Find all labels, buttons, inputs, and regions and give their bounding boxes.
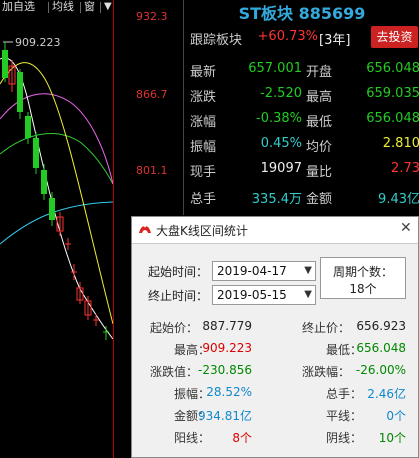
toolbar-divider (48, 2, 49, 13)
stat-value: 656.923 (356, 319, 406, 333)
start-time-label: 起始时间： (148, 265, 209, 279)
quote-panel: ST板块 885699 跟踪板块 +60.73% [3年] 去投资 最新 657… (183, 0, 419, 215)
quote-label: 涨幅 (190, 115, 217, 130)
window-button[interactable]: 窗 (84, 0, 95, 14)
candle (33, 138, 39, 168)
end-time-select[interactable]: 2019-05-15 ▼ (212, 285, 316, 305)
stat-value: -26.00% (355, 363, 406, 377)
stat-value: 10个 (378, 431, 406, 445)
stat-value: 8个 (232, 431, 252, 445)
stats-row: 涨跌值： -230.856 涨跌幅： -26.00% (140, 363, 410, 383)
quote-row: 最新 657.001 开盘 656.048 (184, 61, 419, 85)
ma5-line (0, 57, 113, 340)
high-price-label: 909.223 (15, 36, 61, 49)
end-time-value: 2019-05-15 (217, 288, 287, 302)
track-row: 跟踪板块 +60.73% [3年] 去投资 (184, 26, 419, 53)
stat-label: 涨跌幅： (302, 365, 351, 379)
quote-value: 9.43亿 (378, 192, 419, 207)
stats-row: 最高： 909.223 最低： 656.048 (140, 341, 410, 361)
quote-row: 振幅 0.45% 均价 2.810 (184, 136, 419, 160)
period-count-label: 周期个数： (332, 265, 393, 279)
scale-label: 932.3 (136, 10, 168, 23)
quote-value: 656.048 (366, 61, 419, 76)
quote-label: 最新 (190, 65, 217, 80)
quote-value: 656.048 (366, 111, 419, 126)
quote-row: 涨幅 -0.38% 最低 656.048 (184, 111, 419, 135)
quote-row: 现手 19097 量比 2.73 (184, 161, 419, 185)
quote-label: 金额 (306, 192, 333, 207)
toolbar-divider (80, 2, 81, 13)
candle (41, 170, 47, 194)
track-value: +60.73% (257, 29, 318, 44)
quote-row: 总手 335.4万 金额 9.43亿 (184, 188, 419, 212)
track-period: [3年] (319, 33, 351, 48)
stats-row: 振幅： 28.52% 总手： 2.46亿 (140, 385, 410, 405)
quote-value: 2.810 (382, 136, 419, 151)
dialog-title: 大盘K线区间统计 (156, 224, 248, 238)
stat-value: -230.856 (198, 363, 252, 377)
quote-label: 振幅 (190, 140, 217, 155)
stat-value: 656.048 (356, 341, 406, 355)
track-label: 跟踪板块 (190, 33, 243, 48)
stats-row: 金额： 934.81亿 平线： 0个 (140, 407, 410, 427)
stat-label: 涨跌值： (150, 365, 199, 379)
quote-label: 开盘 (306, 65, 333, 80)
quote-label: 现手 (190, 165, 217, 180)
start-time-select[interactable]: 2019-04-17 ▼ (212, 261, 316, 281)
quote-value: 0.45% (260, 136, 302, 151)
toolbar-dropdown-icon[interactable]: ▼ (104, 0, 112, 14)
quote-label: 总手 (190, 192, 217, 207)
quote-label: 涨跌 (190, 90, 217, 105)
stat-value: 28.52% (206, 385, 252, 399)
chevron-down-icon: ▼ (304, 265, 312, 276)
quote-value: 2.73 (391, 161, 419, 176)
app-logo-icon (139, 226, 151, 233)
stat-value: 0个 (386, 409, 406, 423)
moving-average-button[interactable]: 均线 (52, 0, 74, 14)
ma30-line (0, 133, 113, 185)
stat-value: 909.223 (202, 341, 252, 355)
stats-row: 起始价： 887.779 终止价： 656.923 (140, 319, 410, 339)
quote-label: 均价 (306, 140, 333, 155)
toolbar-divider (100, 2, 101, 13)
period-count-box: 周期个数： 18个 (320, 257, 406, 299)
stat-value: 887.779 (202, 319, 252, 333)
candle (2, 50, 8, 78)
stat-value: 2.46亿 (367, 387, 406, 401)
candle (49, 198, 55, 220)
quote-value: -2.520 (260, 86, 302, 101)
stat-label: 起始价： (150, 321, 199, 335)
candle (25, 116, 31, 138)
quote-value: 659.035 (366, 86, 419, 101)
quote-label: 最低 (306, 115, 333, 130)
dialog-title-bar[interactable]: 大盘K线区间统计 ✕ (132, 217, 418, 244)
quote-row: 涨跌 -2.520 最高 659.035 (184, 86, 419, 110)
scale-label: 866.7 (136, 88, 168, 101)
close-icon[interactable]: ✕ (400, 220, 412, 236)
quote-value: -0.38% (256, 111, 302, 126)
ma10-line (0, 62, 113, 325)
add-favorite-button[interactable]: 加自选 (2, 0, 35, 14)
stat-label: 终止价： (302, 321, 351, 335)
period-count-value: 18个 (349, 282, 377, 296)
end-time-label: 终止时间： (148, 289, 209, 303)
invest-button[interactable]: 去投资 (371, 26, 418, 48)
quote-value: 19097 (260, 161, 302, 176)
quote-label: 量比 (306, 165, 333, 180)
interval-stats-dialog[interactable]: 大盘K线区间统计 ✕ 起始时间： 2019-04-17 ▼ 终止时间： 2019… (131, 216, 419, 458)
quote-value: 335.4万 (251, 192, 302, 207)
stats-table: 起始价： 887.779 终止价： 656.923 最高： 909.223 最低… (140, 319, 410, 451)
sector-title: ST板块 885699 (238, 4, 366, 23)
candlestick-chart[interactable]: 909.223 (0, 14, 113, 458)
scale-label: 801.1 (136, 164, 168, 177)
chevron-down-icon: ▼ (304, 289, 312, 300)
quote-value: 657.001 (248, 61, 302, 76)
stat-value: 934.81亿 (198, 409, 252, 423)
candle (17, 72, 23, 112)
stats-row: 阳线： 8个 阴线： 10个 (140, 429, 410, 449)
start-time-value: 2019-04-17 (217, 264, 287, 278)
quote-label: 最高 (306, 90, 333, 105)
